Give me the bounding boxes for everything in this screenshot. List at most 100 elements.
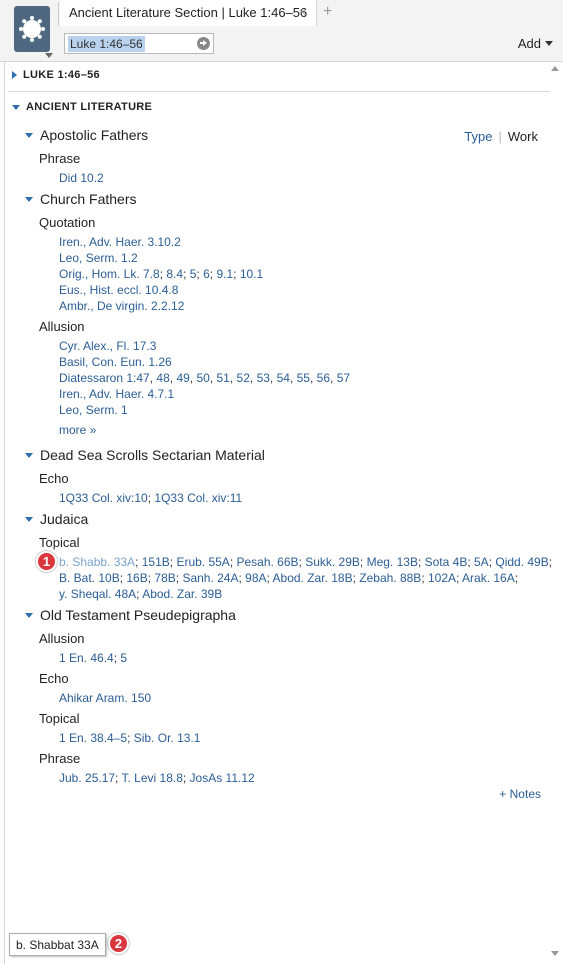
reference-link[interactable]: 50 — [196, 371, 209, 385]
reference-line: Diatessaron 1:47, 48, 49, 50, 51, 52, 53… — [59, 371, 351, 385]
reference-link[interactable]: 1 En. 46.4 — [59, 651, 114, 665]
reference-line: Ahikar Aram. 150 — [59, 691, 151, 705]
reference-link[interactable]: Sota 4B — [425, 555, 468, 569]
reference-link[interactable]: 53 — [257, 371, 270, 385]
category-allusion: Allusion — [39, 631, 85, 646]
group-apostolic-fathers[interactable]: Apostolic Fathers — [25, 127, 148, 143]
reference-link[interactable]: 52 — [237, 371, 250, 385]
reference-link[interactable]: Leo, Serm. 1 — [59, 403, 128, 417]
section-ancient-literature[interactable]: ANCIENT LITERATURE — [12, 101, 152, 113]
collapse-triangle-icon — [25, 516, 33, 522]
reference-link[interactable]: 1 En. 38.4–5 — [59, 731, 127, 745]
group-ot-pseudepigrapha[interactable]: Old Testament Pseudepigrapha — [25, 607, 236, 623]
group-title: Church Fathers — [40, 191, 137, 207]
reference-link[interactable]: Orig., Hom. Lk. 7.8 — [59, 267, 160, 281]
reference-link[interactable]: 51 — [217, 371, 230, 385]
add-button[interactable]: Add — [518, 36, 553, 51]
collapse-triangle-icon — [25, 196, 33, 202]
reference-link[interactable]: 78B — [154, 571, 175, 585]
reference-link[interactable]: 1Q33 Col. xiv:10 — [59, 491, 148, 505]
reference-link[interactable]: 98A — [245, 571, 266, 585]
reference-link[interactable]: Pesah. 66B — [236, 555, 298, 569]
reference-value[interactable]: Luke 1:46–56 — [68, 36, 145, 52]
menu-dropdown-icon[interactable] — [45, 53, 53, 58]
reference-link[interactable]: Zebah. 88B — [359, 571, 421, 585]
reference-input[interactable]: Luke 1:46–56 — [64, 33, 214, 54]
reference-link[interactable]: Eus., Hist. eccl. 10.4.8 — [59, 283, 178, 297]
reference-link[interactable]: B. Bat. 10B — [59, 571, 120, 585]
reference-link[interactable]: JosAs 11.12 — [190, 771, 255, 785]
reference-link[interactable]: 151B — [142, 555, 170, 569]
category-echo: Echo — [39, 471, 69, 486]
reference-link[interactable]: Ambr., De virgin. 2.2.12 — [59, 299, 184, 313]
category-phrase: Phrase — [39, 751, 81, 766]
reference-link[interactable]: y. Sheqal. 48A — [59, 587, 136, 601]
work-toggle[interactable]: Work — [508, 129, 538, 144]
add-notes-link[interactable]: + Notes — [499, 787, 541, 801]
reference-link[interactable]: Basil, Con. Eun. 1.26 — [59, 355, 172, 369]
category-topical: Topical — [39, 535, 80, 550]
hover-tooltip: b. Shabbat 33A — [9, 933, 106, 956]
reference-line: B. Bat. 10B; 16B; 78B; Sanh. 24A; 98A; A… — [59, 571, 519, 585]
reference-link[interactable]: Sib. Or. 13.1 — [134, 731, 201, 745]
group-judaica[interactable]: Judaica — [25, 511, 88, 527]
go-arrow-icon[interactable] — [197, 37, 210, 50]
reference-link[interactable]: 5 — [120, 651, 127, 665]
expand-triangle-icon — [12, 71, 17, 79]
reference-line: 1 En. 46.4; 5 — [59, 651, 128, 665]
reference-line: Iren., Adv. Haer. 4.7.1 — [59, 387, 174, 401]
reference-link[interactable]: 1Q33 Col. xiv:11 — [154, 491, 242, 505]
reference-link[interactable]: Cyr. Alex., Fl. 17.3 — [59, 339, 156, 353]
reference-link[interactable]: Abod. Zar. 18B — [273, 571, 353, 585]
close-icon[interactable]: × — [299, 5, 306, 19]
group-church-fathers[interactable]: Church Fathers — [25, 191, 136, 207]
reference-line: Eus., Hist. eccl. 10.4.8 — [59, 283, 178, 297]
reference-link[interactable]: Sukk. 29B — [305, 555, 360, 569]
reference-link[interactable]: Iren., Adv. Haer. 4.7.1 — [59, 387, 174, 401]
scroll-up-arrow-icon[interactable] — [551, 66, 559, 71]
reference-link[interactable]: 57 — [337, 371, 350, 385]
reference-link[interactable]: 55 — [297, 371, 310, 385]
reference-link[interactable]: Erub. 55A — [176, 555, 229, 569]
reference-link[interactable]: 54 — [277, 371, 290, 385]
more-link-line: more » — [59, 423, 96, 437]
reference-link[interactable]: Arak. 16A — [462, 571, 515, 585]
group-dead-sea-scrolls[interactable]: Dead Sea Scrolls Sectarian Material — [25, 447, 265, 463]
scroll-down-arrow-icon[interactable] — [551, 951, 559, 956]
reference-line: b. Shabb. 33A; 151B; Erub. 55A; Pesah. 6… — [59, 555, 553, 569]
type-toggle[interactable]: Type — [464, 129, 492, 144]
group-title: Judaica — [40, 511, 89, 527]
reference-link[interactable]: Iren., Adv. Haer. 3.10.2 — [59, 235, 181, 249]
reference-link[interactable]: T. Levi 18.8 — [122, 771, 183, 785]
reference-link[interactable]: Leo, Serm. 1.2 — [59, 251, 138, 265]
group-title: Dead Sea Scrolls Sectarian Material — [40, 447, 265, 463]
reference-link[interactable]: Meg. 13B — [367, 555, 418, 569]
app-logo-icon[interactable] — [14, 6, 50, 52]
reference-link[interactable]: 5A — [474, 555, 489, 569]
reference-link-hovered[interactable]: b. Shabb. 33A — [59, 555, 135, 569]
reference-link[interactable]: 16B — [126, 571, 147, 585]
chevron-down-icon — [545, 41, 553, 46]
reference-link[interactable]: Diatessaron 1:47 — [59, 371, 150, 385]
reference-link[interactable]: 9.1 — [216, 267, 233, 281]
reference-link[interactable]: 8.4 — [166, 267, 183, 281]
reference-link[interactable]: Abod. Zar. 39B — [142, 587, 222, 601]
reference-link[interactable]: 102A — [428, 571, 456, 585]
tab-ancient-literature[interactable]: Ancient Literature Section | Luke 1:46–5… — [60, 0, 317, 26]
seal-icon — [19, 16, 45, 42]
reference-link[interactable]: Jub. 25.17 — [59, 771, 115, 785]
group-title: Apostolic Fathers — [40, 127, 149, 143]
reference-link[interactable]: 49 — [176, 371, 189, 385]
reference-link[interactable]: 10.1 — [240, 267, 263, 281]
reference-link[interactable]: Sanh. 24A — [182, 571, 238, 585]
reference-link[interactable]: Qidd. 49B — [495, 555, 548, 569]
reference-link[interactable]: 48 — [156, 371, 169, 385]
section-luke[interactable]: LUKE 1:46–56 — [12, 69, 100, 81]
reference-link[interactable]: Did 10.2 — [59, 171, 104, 185]
plus-icon[interactable]: + — [323, 3, 332, 21]
more-link[interactable]: more » — [59, 423, 96, 437]
reference-link[interactable]: 6 — [203, 267, 210, 281]
reference-line: y. Sheqal. 48A; Abod. Zar. 39B — [59, 587, 223, 601]
reference-link[interactable]: 56 — [317, 371, 330, 385]
reference-link[interactable]: Ahikar Aram. 150 — [59, 691, 151, 705]
